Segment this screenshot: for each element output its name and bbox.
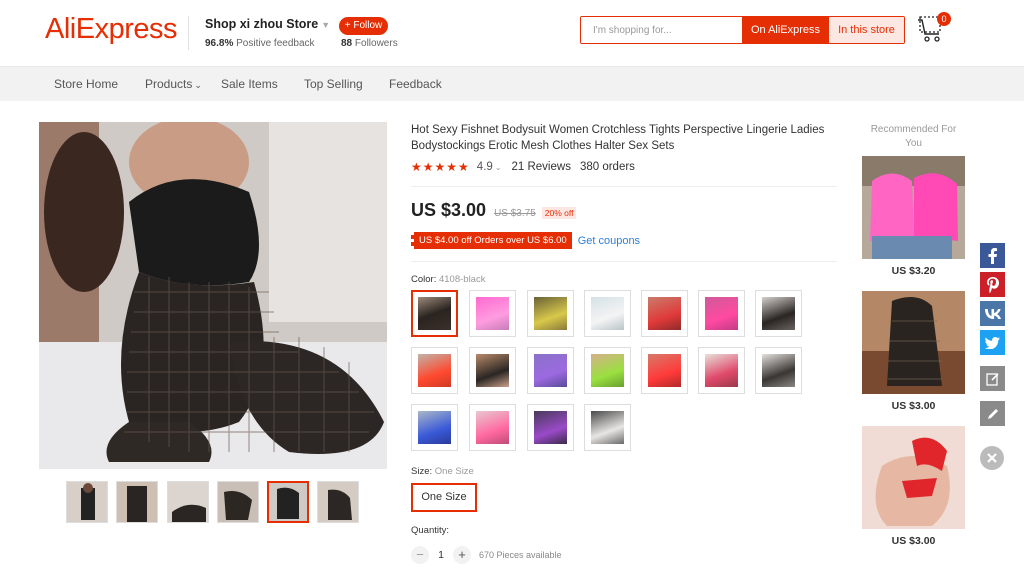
feedback-percent: 96.8%: [205, 38, 234, 49]
color-swatch[interactable]: [469, 347, 516, 394]
chevron-down-icon[interactable]: ⌄: [495, 163, 502, 172]
quantity-minus-button[interactable]: −: [411, 546, 429, 564]
followers: 88 Followers: [341, 38, 398, 49]
search-bar: On AliExpress In this store: [580, 16, 905, 44]
color-value: 4108-black: [438, 274, 486, 285]
recommended-image[interactable]: [862, 156, 965, 259]
color-swatch[interactable]: [698, 290, 745, 337]
reviews-link[interactable]: 21 Reviews: [512, 161, 571, 173]
quantity-plus-button[interactable]: +: [453, 546, 471, 564]
color-swatch[interactable]: [641, 290, 688, 337]
thumbnail[interactable]: [66, 481, 108, 523]
rating-row: ★★★★★ 4.9 ⌄ 21 Reviews 380 orders: [411, 160, 635, 174]
color-swatch[interactable]: [411, 347, 458, 394]
color-swatch[interactable]: [469, 404, 516, 451]
recommended-item[interactable]: US $3.20: [862, 156, 965, 277]
size-value: One Size: [434, 466, 474, 477]
search-on-aliexpress-button[interactable]: On AliExpress: [742, 17, 829, 43]
nav-products[interactable]: Products ⌄: [145, 77, 202, 91]
get-coupons-link[interactable]: Get coupons: [578, 235, 640, 247]
coupon-tag[interactable]: US $4.00 off Orders over US $6.00: [411, 232, 572, 249]
search-in-store-button[interactable]: In this store: [829, 17, 904, 43]
color-swatch[interactable]: [641, 347, 688, 394]
thumbnail[interactable]: [217, 481, 259, 523]
nav-top-selling[interactable]: Top Selling: [304, 77, 363, 91]
twitter-icon[interactable]: [980, 330, 1005, 355]
product-title: Hot Sexy Fishnet Bodysuit Women Crotchle…: [411, 124, 825, 152]
recommended-item[interactable]: US $3.00: [862, 426, 965, 547]
coupon-row: US $4.00 off Orders over US $6.00 Get co…: [411, 232, 640, 249]
color-swatch[interactable]: [527, 404, 574, 451]
color-swatch[interactable]: [584, 290, 631, 337]
color-swatch[interactable]: [584, 347, 631, 394]
cart-count-badge: 0: [937, 12, 951, 26]
nav-sale-items[interactable]: Sale Items: [221, 77, 278, 91]
size-option-button[interactable]: One Size: [411, 483, 477, 512]
color-swatch-selected[interactable]: [411, 290, 458, 337]
quantity-stepper: − 1 + 670 Pieces available: [411, 546, 562, 564]
store-name-text[interactable]: Shop xi zhou Store: [205, 17, 318, 31]
recommended-item[interactable]: US $3.00: [862, 291, 965, 412]
color-swatch[interactable]: [527, 290, 574, 337]
color-swatch[interactable]: [527, 347, 574, 394]
color-swatch[interactable]: [469, 290, 516, 337]
recommended-price: US $3.00: [891, 400, 936, 412]
color-swatch[interactable]: [755, 347, 802, 394]
store-feedback: 96.8% Positive feedback: [205, 38, 315, 49]
nav-feedback[interactable]: Feedback: [389, 77, 442, 91]
thumbnail[interactable]: [116, 481, 158, 523]
followers-text: Followers: [354, 38, 398, 49]
recommended-price: US $3.20: [891, 265, 936, 277]
size-label-text: Size:: [411, 466, 433, 477]
product-main-image[interactable]: [39, 122, 387, 469]
orders-count: 380 orders: [579, 161, 635, 173]
pinterest-icon[interactable]: [980, 272, 1005, 297]
feedback-text: Positive feedback: [236, 38, 315, 49]
quantity-value[interactable]: 1: [429, 549, 453, 561]
search-input[interactable]: [581, 17, 742, 43]
facebook-icon[interactable]: [980, 243, 1005, 268]
color-swatch[interactable]: [698, 347, 745, 394]
vk-icon[interactable]: [980, 301, 1005, 326]
nav-store-home[interactable]: Store Home: [54, 77, 118, 91]
follow-button[interactable]: + Follow: [339, 17, 388, 35]
color-swatch[interactable]: [755, 290, 802, 337]
close-icon[interactable]: [980, 446, 1004, 470]
current-price: US $3.00: [411, 200, 487, 220]
recommended-image[interactable]: [862, 291, 965, 394]
price-row: US $3.00 US $3.75 20% off: [411, 200, 577, 221]
pencil-icon[interactable]: [980, 401, 1005, 426]
aliexpress-logo[interactable]: AliExpress: [45, 13, 178, 46]
logo-divider: [188, 16, 189, 50]
color-label-text: Color:: [411, 274, 437, 285]
recommended-title: Recommended For You: [870, 124, 957, 149]
recommended-image[interactable]: [862, 426, 965, 529]
available-pieces: 670 Pieces available: [479, 550, 562, 560]
color-swatch[interactable]: [411, 404, 458, 451]
divider: [411, 186, 837, 187]
discount-badge: 20% off: [541, 207, 577, 219]
chevron-down-icon[interactable]: ▼: [321, 20, 330, 30]
thumbnail[interactable]: [317, 481, 359, 523]
original-price: US $3.75: [494, 208, 536, 219]
store-nav: Store Home Products ⌄ Sale Items Top Sell…: [0, 66, 1024, 101]
edit-icon[interactable]: [980, 366, 1005, 391]
color-label: Color: 4108-black: [411, 274, 485, 285]
size-label: Size: One Size: [411, 466, 474, 477]
recommended-price: US $3.00: [891, 535, 936, 547]
store-name[interactable]: Shop xi zhou Store ▼: [205, 17, 330, 31]
rating-value[interactable]: 4.9: [477, 161, 493, 173]
thumbnail[interactable]: [167, 481, 209, 523]
color-swatch[interactable]: [584, 404, 631, 451]
nav-products-label[interactable]: Products: [145, 77, 192, 91]
chevron-down-icon[interactable]: ⌄: [194, 80, 202, 90]
divider: [411, 261, 837, 262]
rating-stars-icon: ★★★★★: [411, 160, 470, 174]
store-header: AliExpress Shop xi zhou Store ▼ 96.8% Pos…: [0, 0, 1024, 66]
followers-count: 88: [341, 38, 353, 49]
thumbnail-selected[interactable]: [267, 481, 309, 523]
quantity-label: Quantity:: [411, 525, 450, 536]
